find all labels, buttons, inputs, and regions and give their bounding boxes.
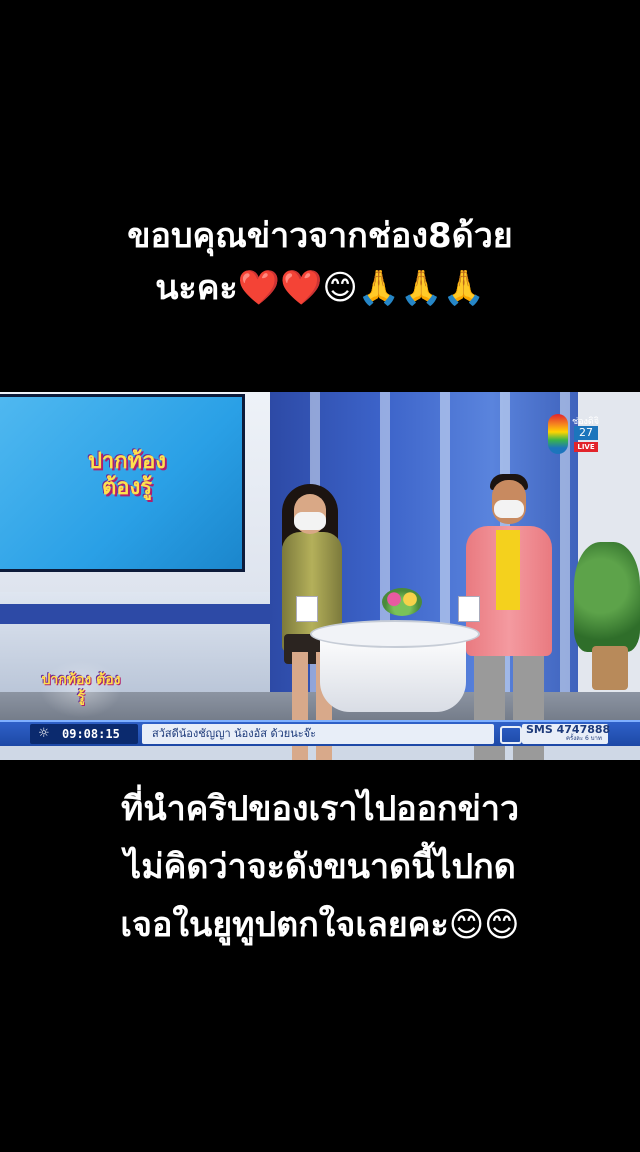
sms-icon [500, 726, 522, 744]
flower-vase [382, 588, 422, 616]
caption-top: ขอบคุณข่าวจากช่อง8ด้วย นะคะ❤️❤️😊🙏🙏🙏 [0, 210, 640, 314]
studio-plant [574, 542, 640, 692]
show-logo: ปากท้อง ต้องรู้ [40, 660, 122, 718]
ticker-time: 09:08:15 [62, 727, 120, 741]
weather-sun-icon: ☼ [38, 726, 50, 741]
channel-number: 27 [574, 426, 598, 440]
caption-bottom-line-3: เจอในยูทูปตกใจเลยคะ😊😊 [120, 905, 520, 945]
channel-8-icon [548, 414, 568, 454]
channel-logo: ช่องดิจิ 27 LIVE [548, 414, 602, 456]
show-logo-on-screen: ปากท้อง ต้องรู้ [87, 449, 167, 500]
live-badge: LIVE [574, 442, 598, 452]
desk-cup [296, 596, 318, 622]
face-mask [294, 512, 326, 530]
caption-bottom-line-2: ไม่คิดว่าจะดังขนาดนี้ไปกด [124, 847, 516, 887]
video-frame[interactable]: ปากท้อง ต้องรู้ ช่องดิจิ 27 LIVE ปากท้อง… [0, 392, 640, 760]
caption-bottom: ที่นำคริปของเราไปออกข่าว ไม่คิดว่าจะดังข… [0, 780, 640, 954]
ticker-message: สวัสดีน้องชัญญา น้องอัส ด้วยนะจ๊ะ [152, 727, 316, 740]
caption-bottom-line-1: ที่นำคริปของเราไปออกข่าว [120, 789, 520, 829]
news-ticker: ☼ 09:08:15 สวัสดีน้องชัญญา น้องอัส ด้วยน… [0, 720, 640, 746]
desk-cup [458, 596, 480, 622]
caption-top-line-2: นะคะ❤️❤️😊🙏🙏🙏 [155, 268, 485, 308]
studio-stand-band [0, 604, 270, 624]
caption-top-line-1: ขอบคุณข่าวจากช่อง8ด้วย [127, 216, 513, 256]
face-mask [494, 500, 524, 518]
studio-desk-top [310, 620, 480, 648]
sms-price: ครั้งละ 6 บาท [566, 735, 602, 742]
studio-screen: ปากท้อง ต้องรู้ [0, 394, 245, 572]
